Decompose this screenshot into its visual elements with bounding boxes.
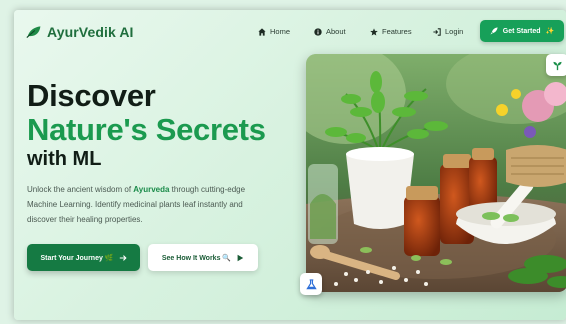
herbal-remedies-illustration bbox=[306, 54, 566, 292]
home-icon bbox=[258, 27, 266, 36]
nav-login-label: Login bbox=[445, 27, 464, 36]
hero-image bbox=[306, 54, 566, 292]
page-frame: AyurVedik AI Home About Features Login G… bbox=[14, 10, 566, 320]
info-icon bbox=[314, 27, 322, 36]
flask-badge bbox=[300, 273, 322, 295]
arrow-right-icon bbox=[119, 254, 127, 261]
start-journey-label: Start Your Journey 🌿 bbox=[40, 254, 114, 262]
hero-heading-line-2: Nature's Secrets bbox=[27, 112, 266, 147]
leaf-icon bbox=[26, 26, 41, 39]
seedling-icon bbox=[552, 61, 562, 70]
leaf-badge bbox=[546, 54, 566, 76]
nav-about-label: About bbox=[326, 27, 346, 36]
flask-icon bbox=[305, 278, 317, 289]
nav-features[interactable]: Features bbox=[370, 27, 412, 36]
hero-heading-line-3: with ML bbox=[27, 148, 102, 170]
rocket-icon bbox=[490, 27, 498, 35]
nav-features-label: Features bbox=[382, 27, 412, 36]
see-how-it-works-label: See How It Works 🔍 bbox=[161, 254, 232, 262]
see-how-it-works-button[interactable]: See How It Works 🔍 bbox=[148, 244, 258, 271]
ayurveda-highlight: Ayurveda bbox=[133, 185, 170, 194]
star-icon bbox=[370, 27, 378, 36]
brand-name: AyurVedik AI bbox=[47, 24, 134, 40]
navbar: AyurVedik AI Home About Features Login G… bbox=[14, 18, 566, 48]
hero-description-start: Unlock the ancient wisdom of bbox=[27, 185, 134, 194]
nav-login[interactable]: Login bbox=[433, 27, 463, 36]
hero-heading-line-1: Discover bbox=[27, 78, 156, 113]
start-journey-button[interactable]: Start Your Journey 🌿 bbox=[27, 244, 140, 271]
nav-home-label: Home bbox=[270, 27, 291, 36]
nav-about[interactable]: About bbox=[314, 27, 346, 36]
get-started-label: Get Started bbox=[502, 27, 541, 35]
login-icon bbox=[433, 27, 441, 36]
hero-description: Unlock the ancient wisdom of Ayurveda th… bbox=[27, 182, 267, 227]
sparkle-icon: ✨ bbox=[545, 28, 555, 35]
play-icon bbox=[237, 254, 244, 261]
get-started-button[interactable]: Get Started ✨ bbox=[480, 20, 564, 42]
brand-logo[interactable]: AyurVedik AI bbox=[26, 24, 134, 40]
nav-home[interactable]: Home bbox=[258, 27, 290, 36]
